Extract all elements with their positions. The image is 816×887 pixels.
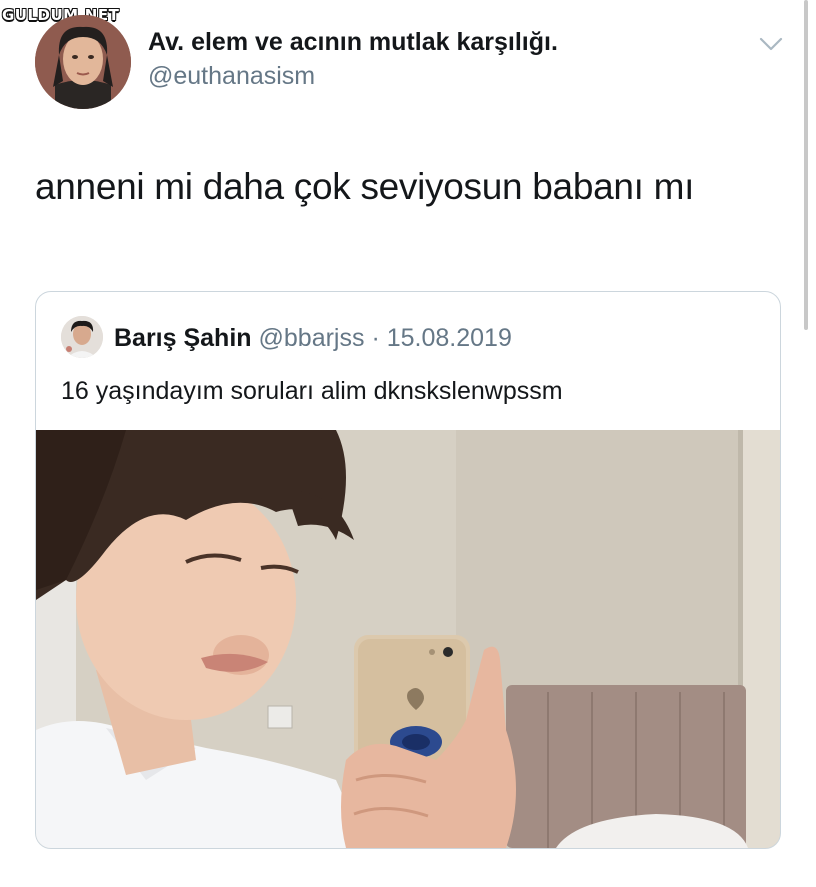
- author-avatar-image: [35, 15, 131, 109]
- quoted-avatar-image: [61, 316, 103, 358]
- quoted-author-avatar[interactable]: [61, 316, 103, 358]
- chevron-down-icon[interactable]: [756, 34, 786, 54]
- quoted-tweet-card[interactable]: Barış Şahin @bbarjss · 15.08.2019 16 yaş…: [35, 291, 781, 849]
- author-avatar[interactable]: [35, 15, 131, 109]
- quoted-tweet-text: 16 yaşındayım soruları alim dknskslenwps…: [61, 377, 563, 405]
- quoted-tweet-header: Barış Şahin @bbarjss · 15.08.2019: [114, 324, 512, 353]
- tweet-text: anneni mi daha çok seviyosun babanı mı: [35, 166, 695, 207]
- mirror-selfie-image: [36, 430, 780, 848]
- meta-separator: ·: [371, 324, 380, 352]
- author-display-name[interactable]: Av. elem ve acının mutlak karşılığı.: [148, 28, 558, 57]
- quoted-tweet-photo[interactable]: [36, 430, 780, 848]
- author-handle[interactable]: @euthanasism: [148, 62, 315, 91]
- quoted-tweet-date[interactable]: 15.08.2019: [387, 324, 512, 352]
- scrollbar[interactable]: [804, 0, 808, 330]
- quoted-author-handle[interactable]: @bbarjss: [259, 324, 365, 352]
- quoted-author-name[interactable]: Barış Şahin: [114, 324, 252, 352]
